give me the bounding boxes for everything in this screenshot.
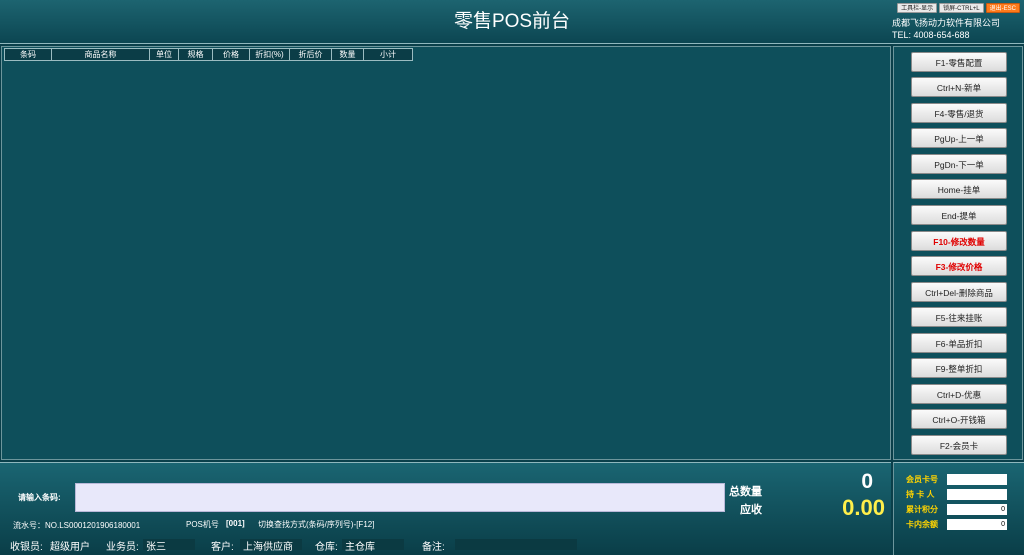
warehouse-value: 主仓库 <box>345 542 375 553</box>
next-order-button[interactable]: PgDn-下一单 <box>911 154 1007 174</box>
edit-quantity-button[interactable]: F10-修改数量 <box>911 231 1007 251</box>
hold-order-button[interactable]: Home-挂单 <box>911 179 1007 199</box>
account-credit-button[interactable]: F5-往来挂账 <box>911 307 1007 327</box>
cashier-value: 超级用户 <box>50 542 90 553</box>
header-bar: 零售POS前台 工具栏-显示 锁屏-CTRL+L 退出-ESC 成都飞扬动力软件… <box>0 0 1024 44</box>
serial-number: 流水号：NO.LS0001201906180001 <box>13 521 141 530</box>
top-toolbar: 工具栏-显示 锁屏-CTRL+L 退出-ESC <box>897 3 1020 13</box>
amount-due-value: 0.00 <box>842 495 885 520</box>
col-product-name[interactable]: 商品名称 <box>52 49 150 60</box>
order-discount-button[interactable]: F9-整单折扣 <box>911 358 1007 378</box>
total-qty-value: 0 <box>861 470 873 493</box>
exit-button[interactable]: 退出-ESC <box>985 3 1020 13</box>
recall-order-button[interactable]: End-提单 <box>911 205 1007 225</box>
promotion-button[interactable]: Ctrl+D-优惠 <box>911 384 1007 404</box>
retail-return-button[interactable]: F4-零售/退货 <box>911 103 1007 123</box>
grid-header-row: 条码 商品名称 单位 规格 价格 折扣(%) 折后价 数量 小计 <box>4 48 413 61</box>
page-title: 零售POS前台 <box>453 11 571 32</box>
open-cash-drawer-button[interactable]: Ctrl+O-开钱箱 <box>911 409 1007 429</box>
salesman-label: 业务员: <box>106 542 139 553</box>
balance-value: 0 <box>947 519 1007 530</box>
card-holder-field <box>947 489 1007 500</box>
col-unit[interactable]: 单位 <box>150 49 179 60</box>
company-name: 成都飞扬动力软件有限公司 <box>892 18 1001 28</box>
total-qty-label: 总数量 <box>729 486 762 498</box>
salesman-value: 张三 <box>146 542 166 553</box>
member-card-button[interactable]: F2-会员卡 <box>911 435 1007 455</box>
card-number-field[interactable] <box>947 474 1007 485</box>
checkout-panel: 请输入条码: 总数量 应收 0 0.00 流水号：NO.LS0001201906… <box>0 462 891 555</box>
toolbar-show-button[interactable]: 工具栏-显示 <box>897 3 938 13</box>
col-quantity[interactable]: 数量 <box>332 49 364 60</box>
pos-number-value: [001] <box>226 519 245 528</box>
remark-label: 备注: <box>422 542 445 553</box>
balance-label: 卡内余额 <box>906 520 938 529</box>
cashier-label: 收银员: <box>10 542 43 553</box>
card-holder-label: 持 卡 人 <box>906 490 935 499</box>
col-subtotal[interactable]: 小计 <box>364 49 412 60</box>
col-discount[interactable]: 折扣(%) <box>250 49 290 60</box>
card-number-label: 会员卡号 <box>906 475 938 484</box>
item-discount-button[interactable]: F6-单品折扣 <box>911 333 1007 353</box>
barcode-label: 请输入条码: <box>18 493 61 502</box>
new-order-button[interactable]: Ctrl+N-新单 <box>911 77 1007 97</box>
retail-config-button[interactable]: F1-零售配置 <box>911 52 1007 72</box>
company-tel: TEL: 4008-654-688 <box>892 30 970 40</box>
points-label: 累计积分 <box>906 505 938 514</box>
delete-item-button[interactable]: Ctrl+Del-删除商品 <box>911 282 1007 302</box>
customer-value: 上海供应商 <box>243 542 293 553</box>
barcode-input[interactable] <box>75 483 725 512</box>
lock-screen-button[interactable]: 锁屏-CTRL+L <box>939 3 984 13</box>
function-button-panel: F1-零售配置 Ctrl+N-新单 F4-零售/退货 PgUp-上一单 PgDn… <box>893 46 1023 460</box>
customer-label: 客户: <box>211 542 234 553</box>
col-discounted-price[interactable]: 折后价 <box>290 49 332 60</box>
col-spec[interactable]: 规格 <box>179 49 213 60</box>
edit-price-button[interactable]: F3-修改价格 <box>911 256 1007 276</box>
remark-input[interactable] <box>455 539 577 550</box>
pos-number-label: POS机号 <box>186 520 219 529</box>
product-grid[interactable]: 条码 商品名称 单位 规格 价格 折扣(%) 折后价 数量 小计 <box>1 46 891 460</box>
prev-order-button[interactable]: PgUp-上一单 <box>911 128 1007 148</box>
amount-due-label: 应收 <box>740 504 762 516</box>
col-price[interactable]: 价格 <box>213 49 250 60</box>
company-info: 成都飞扬动力软件有限公司 TEL: 4008-654-688 <box>892 17 1000 41</box>
col-barcode[interactable]: 条码 <box>5 49 52 60</box>
switch-search-mode-hint[interactable]: 切换查找方式(条码/序列号)-[F12] <box>258 519 374 530</box>
member-card-panel: 会员卡号 持 卡 人 累计积分 0 卡内余额 0 <box>893 462 1024 555</box>
points-value: 0 <box>947 504 1007 515</box>
warehouse-label: 仓库: <box>315 542 338 553</box>
